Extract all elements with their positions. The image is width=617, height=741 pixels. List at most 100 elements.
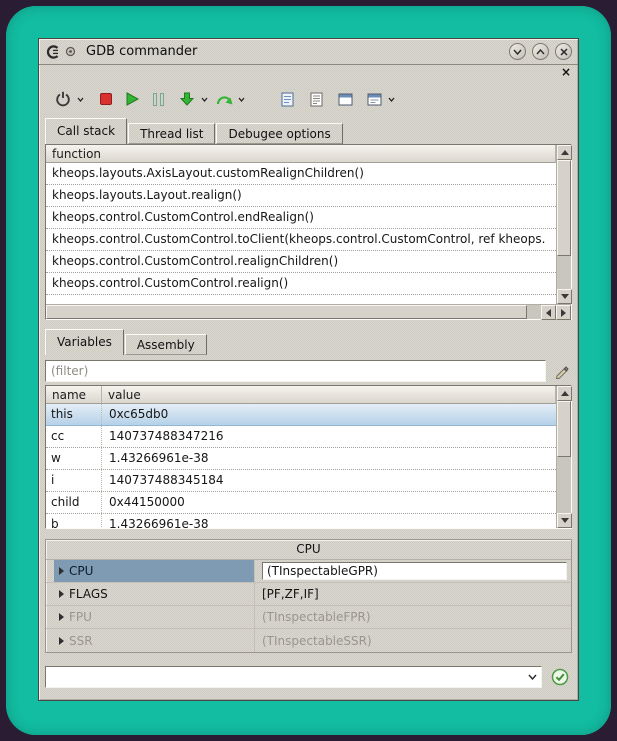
variable-row[interactable]: w 1.43266961e-38 (46, 448, 556, 470)
gdb-commander-window: GDB commander × (38, 38, 579, 701)
bullet-icon[interactable] (65, 46, 76, 57)
titlebar[interactable]: GDB commander (39, 39, 578, 65)
variable-row[interactable]: b 1.43266961e-38 (46, 514, 556, 528)
filter-options-button[interactable] (550, 360, 572, 382)
tab-call-stack[interactable]: Call stack (45, 118, 127, 144)
variables-vertical-scrollbar[interactable] (556, 386, 571, 528)
combo-dropdown-button[interactable] (523, 667, 541, 687)
chevron-right-icon (59, 590, 64, 598)
chevron-down-icon (528, 674, 537, 680)
expand-button[interactable] (54, 637, 69, 645)
callstack-tabbar: Call stack Thread list Debugee options (39, 117, 578, 144)
cpu-value-field[interactable]: (TInspectableGPR) (262, 562, 567, 580)
scroll-down-button[interactable] (557, 513, 572, 528)
filter-input[interactable] (45, 360, 546, 382)
cpu-row[interactable]: FLAGS [PF,ZF,IF] (46, 583, 571, 606)
variable-name: cc (46, 426, 102, 447)
chevron-down-icon (513, 49, 522, 55)
cpu-name-cell: FPU (54, 606, 254, 628)
expand-button[interactable] (54, 613, 69, 621)
cpu-rows: CPU (TInspectableGPR) FLAGS [PF,ZF,IF] (46, 559, 571, 652)
chevron-down-icon (388, 97, 395, 102)
scrollbar-track[interactable] (557, 457, 571, 513)
step-over-menu-button[interactable] (236, 87, 247, 111)
pause-button[interactable] (146, 87, 170, 111)
variable-row[interactable]: cc 140737488347216 (46, 426, 556, 448)
minimize-button[interactable] (509, 43, 526, 60)
tab-assembly[interactable]: Assembly (125, 334, 207, 355)
call-stack-row[interactable]: kheops.layouts.Layout.realign() (46, 185, 556, 207)
call-stack-row[interactable]: kheops.control.CustomControl.endRealign(… (46, 207, 556, 229)
scroll-up-button[interactable] (557, 145, 572, 160)
maximize-button[interactable] (532, 43, 549, 60)
cpu-value-cell: [PF,ZF,IF] (254, 583, 571, 605)
output-button[interactable] (304, 87, 328, 111)
close-icon (560, 48, 568, 56)
chevron-down-icon (201, 97, 208, 102)
call-stack-row[interactable]: kheops.layouts.AxisLayout.customRealignC… (46, 163, 556, 185)
cpu-row[interactable]: SSR (TInspectableSSR) (46, 629, 571, 652)
step-into-button[interactable] (175, 87, 199, 111)
chevron-right-icon (59, 637, 64, 645)
variables-column-value[interactable]: value (102, 386, 556, 404)
window-menu-button[interactable] (386, 87, 397, 111)
messages-button[interactable] (275, 87, 299, 111)
call-stack-row[interactable]: kheops.control.CustomControl.realign() (46, 273, 556, 295)
call-stack-column-header[interactable]: function (46, 145, 556, 163)
variable-name: this (46, 404, 102, 425)
cpu-row[interactable]: CPU (TInspectableGPR) (46, 560, 571, 583)
variable-value: 1.43266961e-38 (102, 514, 556, 528)
step-into-menu-button[interactable] (199, 87, 210, 111)
scrollbar-thumb[interactable] (557, 160, 571, 256)
variable-row[interactable]: this 0xc65db0 (46, 404, 556, 426)
tab-variables[interactable]: Variables (45, 329, 124, 355)
app-logo-icon[interactable] (45, 44, 61, 60)
pen-icon (554, 364, 569, 379)
registers-window-button[interactable] (333, 87, 357, 111)
power-button[interactable] (51, 87, 75, 111)
scrollbar-track[interactable] (527, 305, 541, 319)
cpu-name-cell: SSR (54, 629, 254, 652)
confirm-button[interactable] (548, 666, 572, 688)
dock-close-button[interactable]: × (561, 66, 571, 78)
cpu-row[interactable]: FPU (TInspectableFPR) (46, 606, 571, 629)
tab-label: Thread list (140, 127, 203, 141)
chevron-down-icon (238, 97, 245, 102)
memory-window-button[interactable] (362, 87, 386, 111)
tab-debugee-options[interactable]: Debugee options (216, 123, 342, 144)
expand-button[interactable] (54, 590, 69, 598)
run-button[interactable] (120, 87, 144, 111)
scrollbar-thumb[interactable] (557, 401, 571, 457)
step-over-icon (216, 92, 233, 106)
scroll-up-button[interactable] (557, 386, 572, 401)
step-over-button[interactable] (212, 87, 236, 111)
filter-bar (45, 359, 572, 383)
scroll-left-button[interactable] (541, 305, 556, 320)
chevron-down-icon (77, 97, 84, 102)
scrollbar-track[interactable] (557, 256, 571, 289)
chevron-up-icon (536, 49, 545, 55)
scrollbar-thumb[interactable] (46, 305, 527, 319)
call-stack-row[interactable]: kheops.control.CustomControl.realignChil… (46, 251, 556, 273)
power-menu-button[interactable] (75, 87, 86, 111)
variables-column-name[interactable]: name (46, 386, 102, 404)
variable-row[interactable]: i 140737488345184 (46, 470, 556, 492)
call-stack-vertical-scrollbar[interactable] (556, 145, 571, 304)
scroll-down-button[interactable] (557, 289, 572, 304)
expand-button[interactable] (54, 567, 69, 575)
call-stack-horizontal-scrollbar[interactable] (46, 304, 571, 319)
scroll-up-icon (561, 150, 569, 155)
command-combobox[interactable] (45, 666, 542, 688)
variable-name: i (46, 470, 102, 491)
call-stack-row[interactable]: kheops.control.CustomControl.toClient(kh… (46, 229, 556, 251)
variable-row[interactable]: child 0x44150000 (46, 492, 556, 514)
command-input[interactable] (46, 667, 523, 687)
run-icon (125, 92, 139, 106)
stop-button[interactable] (94, 87, 118, 111)
scroll-right-button[interactable] (556, 305, 571, 320)
tab-thread-list[interactable]: Thread list (128, 123, 215, 144)
close-button[interactable] (555, 43, 572, 60)
variables-tabbar: Variables Assembly (39, 328, 578, 355)
variable-name: b (46, 514, 102, 528)
scroll-up-icon (561, 391, 569, 396)
